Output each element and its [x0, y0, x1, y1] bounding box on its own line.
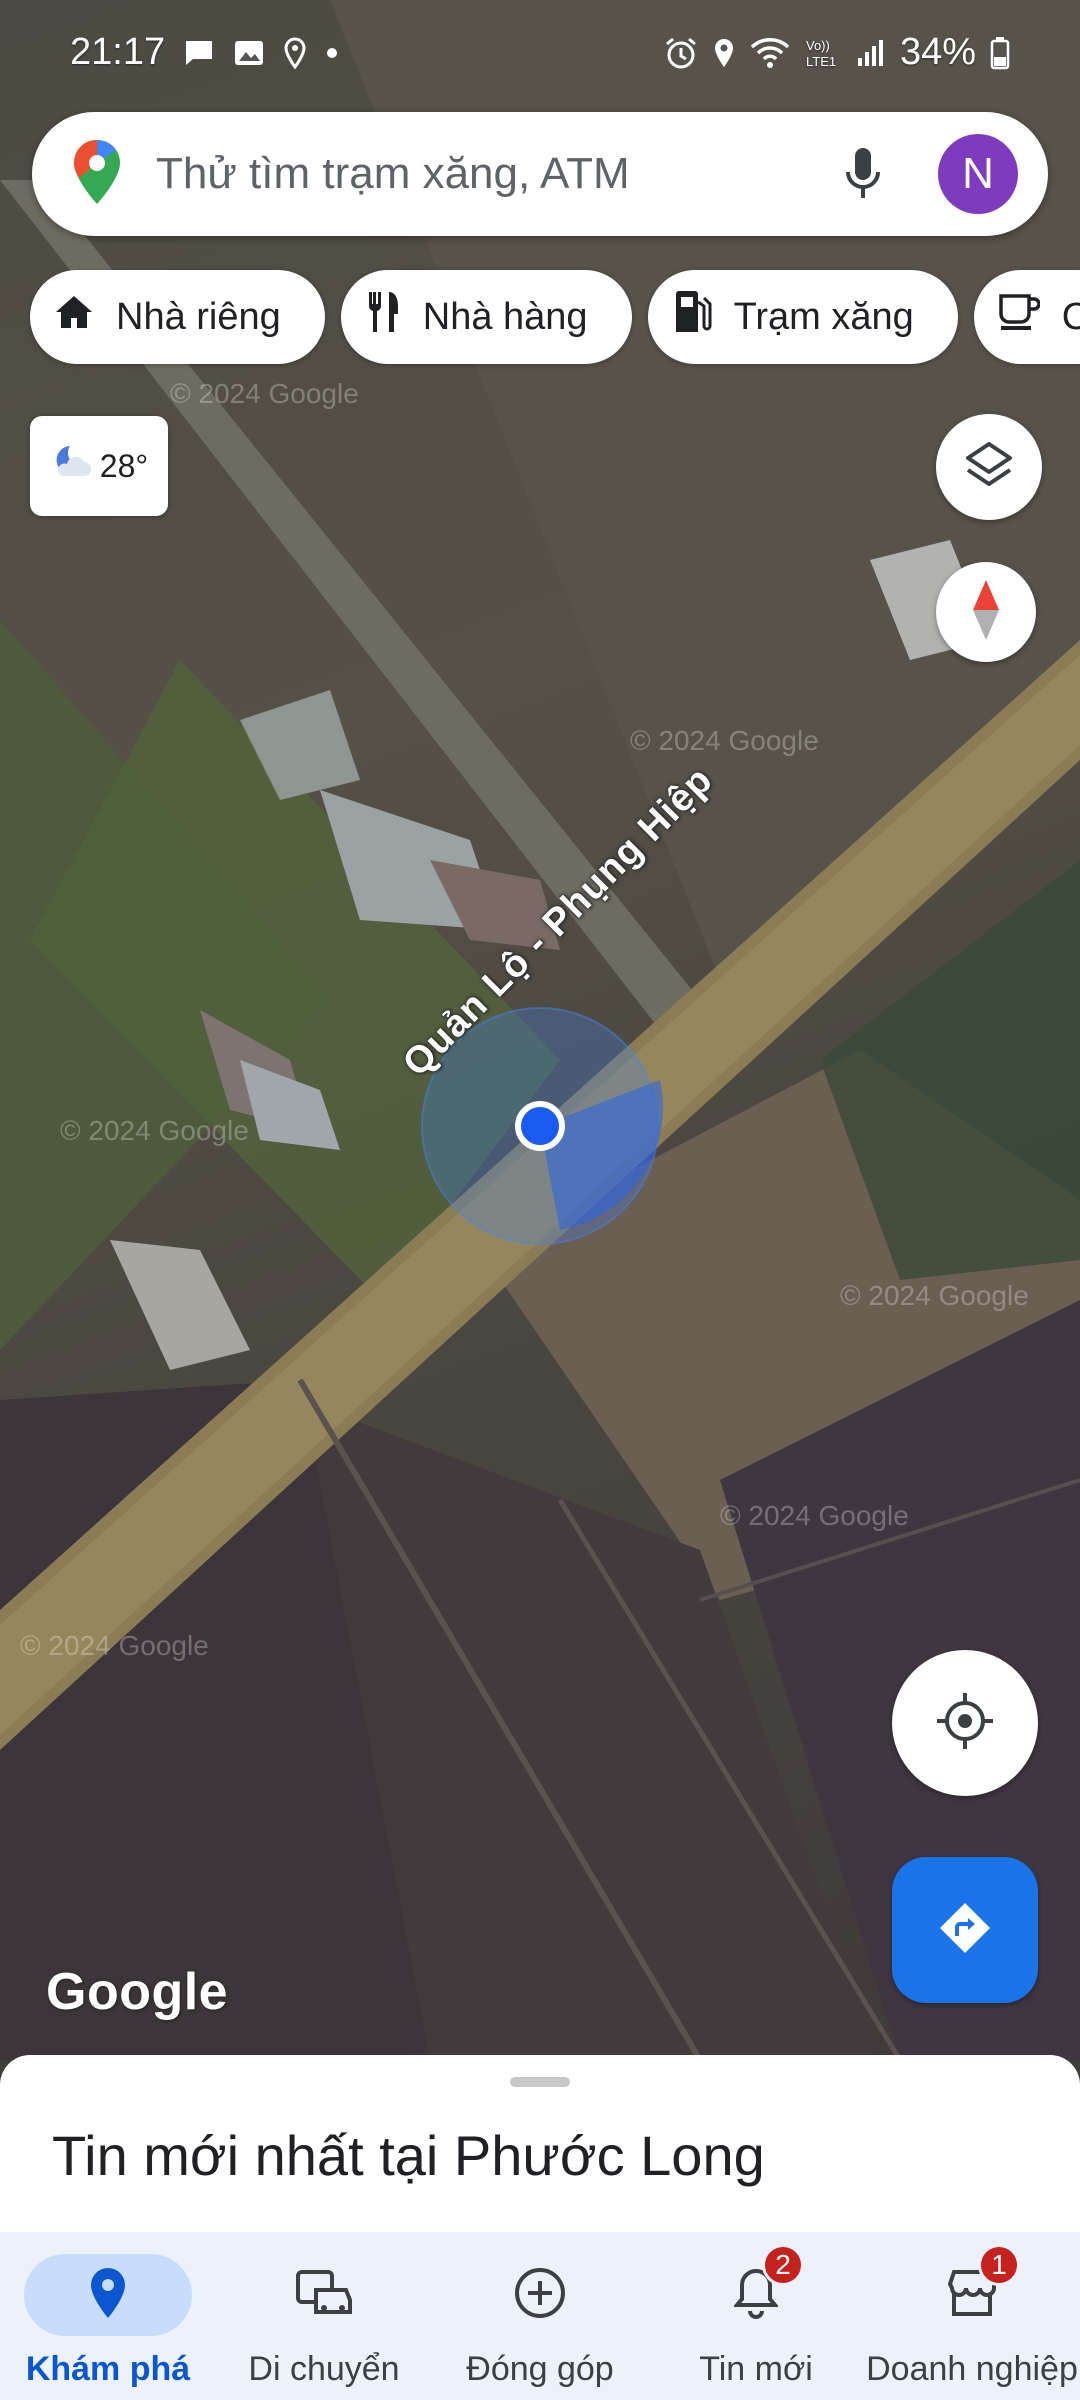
nav-business[interactable]: 1 Doanh nghiệp	[864, 2232, 1080, 2400]
location-icon	[283, 36, 307, 69]
sheet-drag-handle[interactable]	[510, 2077, 570, 2087]
chip-home[interactable]: Nhà riêng	[30, 270, 325, 364]
nav-label: Tin mới	[699, 2350, 813, 2388]
layers-button[interactable]	[936, 414, 1042, 520]
current-location-dot	[515, 1101, 565, 1151]
nav-label: Khám phá	[25, 2350, 191, 2388]
nav-label: Di chuyển	[248, 2350, 400, 2388]
search-input[interactable]: Thử tìm trạm xăng, ATM	[156, 149, 828, 199]
home-icon	[54, 293, 94, 341]
dot-icon	[325, 46, 339, 60]
sheet-title: Tin mới nhất tại Phước Long	[52, 2124, 765, 2187]
volte-icon: Vo)) LTE1	[804, 36, 842, 70]
nav-commute[interactable]: Di chuyển	[216, 2232, 432, 2400]
contribute-icon	[513, 2266, 567, 2325]
night-cloudy-icon	[50, 442, 94, 490]
compass-icon	[969, 578, 1003, 647]
image-icon	[233, 38, 265, 68]
layers-icon	[964, 440, 1014, 495]
chip-coffee[interactable]: C	[973, 270, 1080, 364]
directions-icon	[937, 1900, 993, 1961]
directions-button[interactable]	[892, 1857, 1038, 2003]
explore-pin-icon	[88, 2266, 128, 2325]
account-avatar[interactable]: N	[938, 134, 1018, 214]
notification-badge: 2	[762, 2244, 804, 2286]
signal-icon	[856, 38, 886, 68]
location-icon	[712, 37, 736, 69]
svg-text:Vo)): Vo))	[806, 38, 830, 53]
message-icon	[183, 38, 215, 68]
crosshair-icon	[935, 1691, 995, 1756]
search-bar[interactable]: Thử tìm trạm xăng, ATM N	[32, 112, 1048, 236]
coffee-icon	[998, 293, 1041, 341]
nav-label: Doanh nghiệp	[866, 2350, 1078, 2388]
commute-icon	[294, 2268, 354, 2323]
watermark: © 2024 Google	[840, 1280, 1029, 1311]
chip-label: C	[1061, 295, 1080, 338]
temperature: 28°	[99, 447, 149, 484]
chip-gas-station[interactable]: Trạm xăng	[647, 270, 958, 364]
watermark: © 2024 Google	[720, 1500, 909, 1531]
alarm-icon	[664, 36, 698, 70]
nav-updates[interactable]: 2 Tin mới	[648, 2232, 864, 2400]
svg-text:LTE1: LTE1	[806, 54, 836, 69]
nav-explore[interactable]: Khám phá	[0, 2232, 216, 2400]
wifi-icon	[750, 37, 790, 69]
battery-icon	[990, 36, 1010, 70]
maps-logo-icon	[72, 138, 122, 211]
chip-label: Nhà riêng	[116, 295, 281, 338]
watermark: © 2024 Google	[170, 378, 359, 409]
status-time: 21:17	[70, 31, 166, 73]
status-bar: 21:17 Vo)) LTE1 34%	[0, 0, 1080, 105]
battery-percent: 34%	[899, 31, 976, 73]
watermark: © 2024 Google	[20, 1630, 209, 1661]
gas-station-icon	[672, 290, 712, 344]
microphone-icon[interactable]	[828, 139, 898, 209]
nav-contribute[interactable]: Đóng góp	[432, 2232, 648, 2400]
watermark: © 2024 Google	[60, 1115, 249, 1146]
notification-badge: 1	[978, 2244, 1020, 2286]
my-location-button[interactable]	[892, 1650, 1038, 1796]
chip-label: Nhà hàng	[422, 295, 588, 338]
weather-badge[interactable]: 28°	[30, 416, 168, 516]
nav-label: Đóng góp	[466, 2350, 614, 2388]
watermark: © 2024 Google	[630, 725, 819, 756]
google-logo: Google	[46, 1963, 229, 2021]
restaurant-icon	[365, 290, 401, 344]
chip-label: Trạm xăng	[733, 295, 914, 338]
bottom-sheet[interactable]: Tin mới nhất tại Phước Long	[0, 2055, 1080, 2235]
category-chips: Nhà riêng Nhà hàng Trạm xăng C	[30, 270, 1080, 364]
chip-restaurant[interactable]: Nhà hàng	[340, 270, 632, 364]
bottom-navigation: Khám phá Di chuyển Đóng góp 2 Tin mới 1 …	[0, 2232, 1080, 2400]
compass-button[interactable]	[936, 562, 1036, 662]
